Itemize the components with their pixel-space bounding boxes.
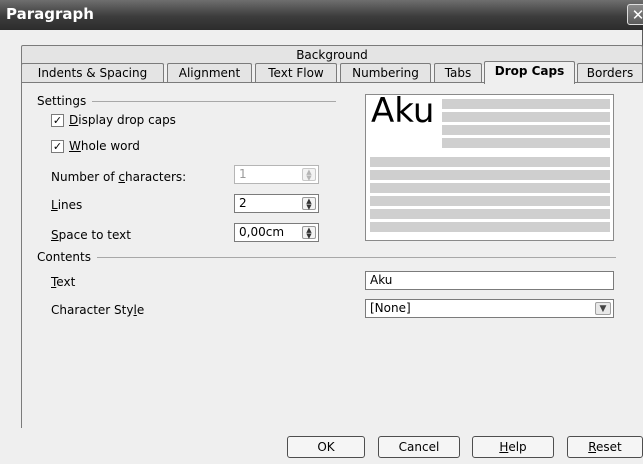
- text-label: Text: [51, 275, 76, 289]
- space-to-text-spinbox[interactable]: 0,00cm ▲ ▼: [234, 223, 319, 242]
- button-label: Help: [499, 440, 527, 454]
- whole-word-label: Whole word: [69, 139, 140, 153]
- display-drop-caps-checkbox[interactable]: ✓: [51, 114, 64, 127]
- tab-label: Background: [296, 48, 368, 62]
- preview-line: [370, 196, 610, 206]
- tab-drop-caps[interactable]: Drop Caps: [484, 61, 575, 84]
- preview-line: [370, 170, 610, 180]
- drop-caps-preview: Aku: [365, 91, 614, 241]
- ok-button[interactable]: OK: [287, 436, 365, 458]
- settings-heading: Settings: [37, 94, 91, 108]
- contents-divider: [97, 257, 616, 258]
- preview-line: [370, 222, 610, 232]
- tab-label: Indents & Spacing: [37, 66, 148, 80]
- preview-line: [442, 138, 610, 148]
- text-input[interactable]: Aku: [365, 271, 614, 290]
- settings-divider: [92, 101, 336, 102]
- field-value: 1: [239, 167, 247, 181]
- preview-drop-text: Aku: [371, 91, 435, 131]
- paragraph-dialog: Paragraph ✕ Background Indents & Spacing…: [0, 0, 643, 464]
- tab-alignment[interactable]: Alignment: [167, 63, 252, 83]
- tab-borders[interactable]: Borders: [577, 63, 643, 83]
- button-label: Cancel: [398, 440, 440, 454]
- button-label: Reset: [588, 440, 622, 454]
- preview-line: [442, 125, 610, 135]
- button-bar: OK Cancel Help Reset: [0, 428, 643, 464]
- field-value: [None]: [370, 301, 411, 315]
- title-bar: Paragraph ✕: [0, 0, 643, 30]
- button-label: OK: [317, 440, 335, 454]
- spin-arrows-icon[interactable]: ▲ ▼: [302, 197, 316, 211]
- check-icon: ✓: [52, 114, 63, 127]
- field-value: 2: [239, 196, 247, 210]
- close-icon[interactable]: ✕: [627, 4, 643, 25]
- reset-button[interactable]: Reset: [567, 436, 643, 458]
- tab-label: Borders: [586, 66, 634, 80]
- spin-arrows-icon[interactable]: ▲ ▼: [302, 168, 316, 182]
- preview-line: [370, 183, 610, 193]
- preview-line: [442, 99, 610, 109]
- lines-label: Lines: [51, 198, 83, 212]
- check-icon: ✓: [52, 140, 63, 153]
- tab-label: Drop Caps: [494, 64, 565, 78]
- cancel-button[interactable]: Cancel: [378, 436, 460, 458]
- number-of-characters-label: Number of characters:: [51, 170, 187, 184]
- tab-text-flow[interactable]: Text Flow: [255, 63, 337, 83]
- chevron-down-icon[interactable]: ▼: [595, 302, 611, 315]
- field-value: 0,00cm: [239, 225, 285, 239]
- preview-line: [442, 112, 610, 122]
- number-of-characters-spinbox[interactable]: 1 ▲ ▼: [234, 165, 319, 184]
- character-style-label: Character Style: [51, 303, 145, 317]
- whole-word-checkbox[interactable]: ✓: [51, 140, 64, 153]
- spin-arrows-icon[interactable]: ▲ ▼: [302, 226, 316, 240]
- display-drop-caps-label: Display drop caps: [69, 113, 176, 127]
- tab-tabs[interactable]: Tabs: [434, 63, 482, 83]
- window-title: Paragraph: [6, 5, 94, 23]
- tab-label: Alignment: [178, 66, 241, 80]
- character-style-select[interactable]: [None] ▼: [365, 299, 614, 318]
- preview-line: [370, 157, 610, 167]
- tab-label: Numbering: [352, 66, 419, 80]
- preview-line: [370, 209, 610, 219]
- tab-label: Text Flow: [268, 66, 324, 80]
- tab-label: Tabs: [444, 66, 472, 80]
- space-to-text-label: Space to text: [51, 228, 131, 242]
- tab-indents-spacing[interactable]: Indents & Spacing: [21, 63, 164, 83]
- help-button[interactable]: Help: [472, 436, 554, 458]
- tab-numbering[interactable]: Numbering: [340, 63, 431, 83]
- lines-spinbox[interactable]: 2 ▲ ▼: [234, 194, 319, 213]
- field-value: Aku: [370, 273, 393, 287]
- contents-heading: Contents: [37, 250, 95, 264]
